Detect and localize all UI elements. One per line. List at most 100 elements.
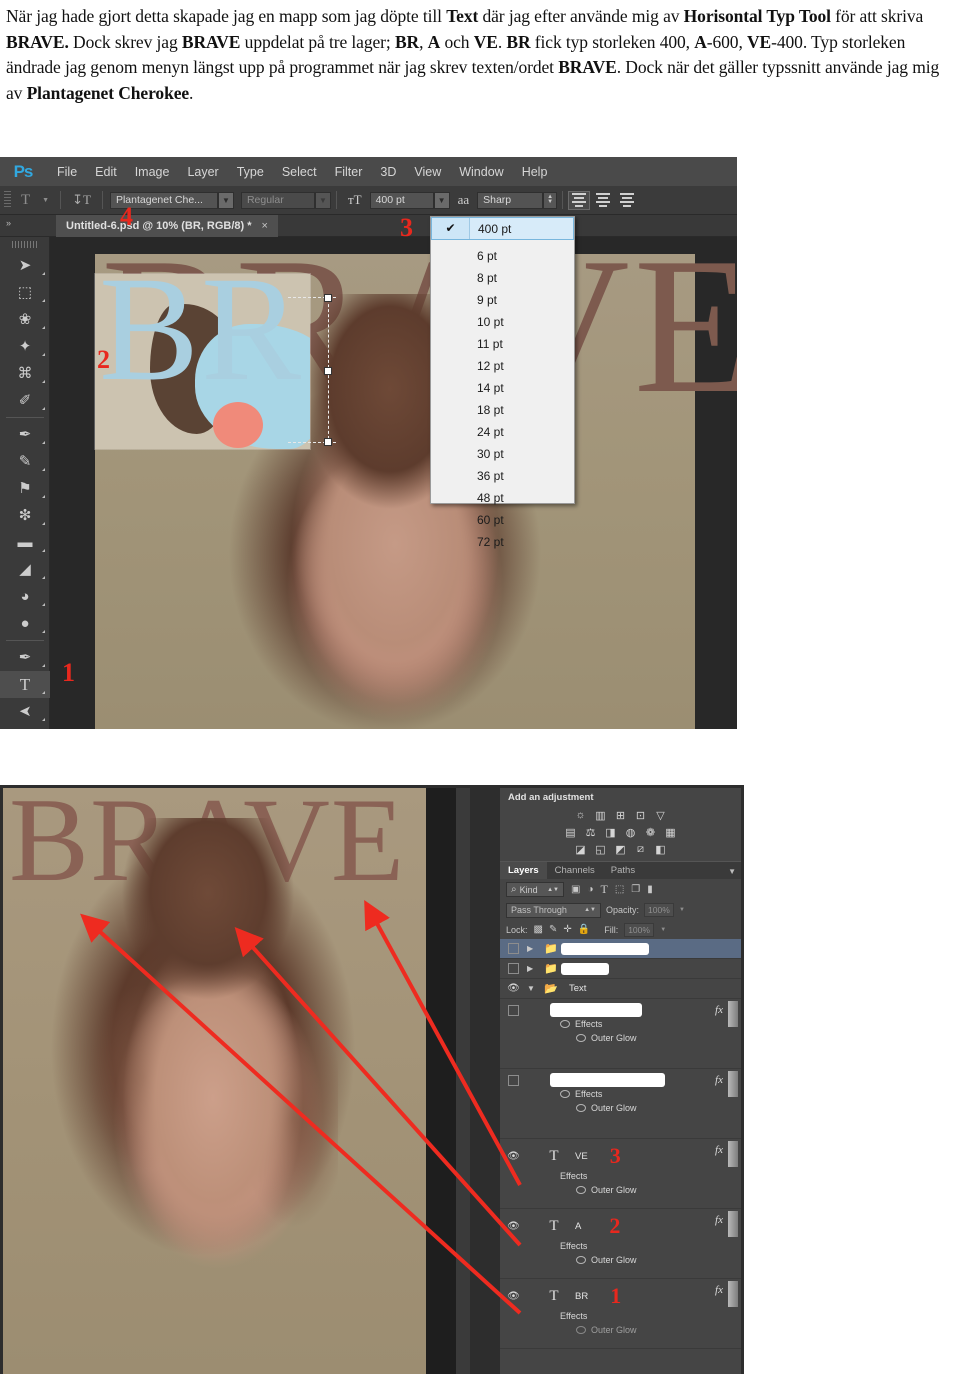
effect-visibility-icon[interactable] [576,1326,586,1334]
layers-scrollbar-knob[interactable] [728,1281,738,1307]
group-expand-chevron-right-icon[interactable]: ▶ [527,964,544,973]
filter-toggle-icon[interactable]: ▮ [647,884,653,895]
effects-visibility-icon[interactable] [560,1090,570,1098]
tool-move[interactable]: ➤ [0,252,50,279]
transform-handle-top[interactable] [324,294,332,302]
layer-effect-outer-glow-row[interactable]: Outer Glow [500,1253,741,1267]
document-image-2[interactable]: BRAVE [3,788,426,1374]
lock-transparency-icon[interactable]: ▩ [534,924,543,935]
tool-horizontal-type[interactable]: T [0,671,50,698]
layers-scrollbar-knob[interactable] [728,1141,738,1167]
font-size-option-72pt[interactable]: 72 pt [431,531,574,553]
collapse-panels-icon[interactable]: » [6,218,11,228]
layer-row-br[interactable]: 👁 T BR 1 fx Effects Outer Glow [500,1279,741,1349]
layer-visibility-toggle[interactable] [500,1074,527,1086]
font-size-option-9pt[interactable]: 9 pt [431,289,574,311]
font-style-chevron-down-icon[interactable]: ▼ [314,191,331,209]
blend-mode-stepper-icon[interactable]: ▲▼ [584,907,596,913]
menu-item-type[interactable]: Type [228,162,273,182]
color-lookup-icon[interactable]: ▦ [664,825,678,839]
layer-visibility-toggle[interactable]: 👁 [500,1221,527,1232]
layer-visibility-toggle[interactable]: 👁 [500,983,527,994]
menu-item-help[interactable]: Help [513,162,557,182]
font-size-chevron-down-icon[interactable]: ▼ [433,191,450,209]
effect-visibility-icon[interactable] [576,1034,586,1042]
layer-effects-fx-icon[interactable]: fx [715,1284,723,1296]
tool-eraser[interactable]: ▬ [0,529,50,556]
gradient-map-icon[interactable]: ◧ [654,842,668,856]
effect-visibility-icon[interactable] [576,1256,586,1264]
black-white-icon[interactable]: ◨ [604,825,618,839]
text-orientation-icon[interactable]: ↧T [66,192,97,208]
opacity-chevron-down-icon[interactable]: ▼ [679,907,685,913]
layer-effect-outer-glow-row[interactable]: Outer Glow [500,1031,741,1045]
opacity-value[interactable]: 100% [644,903,675,917]
menu-item-layer[interactable]: Layer [178,162,227,182]
posterize-icon[interactable]: ◱ [594,842,608,856]
lock-all-icon[interactable]: 🔒 [578,924,590,935]
lock-position-icon[interactable]: ✛ [563,924,571,935]
pixel-filter-icon[interactable]: ▣ [571,884,580,895]
close-icon[interactable]: × [262,220,268,232]
font-style-value[interactable]: Regular [240,191,315,209]
tool-marquee[interactable]: ⬚ [0,279,50,306]
align-left-button[interactable] [568,190,591,210]
transform-handle-middle[interactable] [324,367,332,375]
font-size-option-8pt[interactable]: 8 pt [431,267,574,289]
layer-effects-row[interactable]: Effects [500,1239,741,1253]
levels-icon[interactable]: ▥ [594,808,608,822]
tool-lasso[interactable]: ❀ [0,306,50,333]
tools-panel-grip[interactable] [11,241,38,248]
layer-row-a[interactable]: 👁 T A 2 fx Effects Outer Glow [500,1209,741,1279]
hue-saturation-icon[interactable]: ▤ [564,825,578,839]
font-size-option-12pt[interactable]: 12 pt [431,355,574,377]
channel-mixer-icon[interactable]: ❁ [644,825,658,839]
menu-item-select[interactable]: Select [273,162,326,182]
transform-handle-bottom[interactable] [324,438,332,446]
font-size-option-11pt[interactable]: 11 pt [431,333,574,355]
adjustment-filter-icon[interactable]: ◑ [587,884,593,895]
type-filter-icon[interactable]: T [601,882,608,897]
group-expand-chevron-right-icon[interactable]: ▶ [527,944,544,953]
layer-effects-fx-icon[interactable]: fx [715,1144,723,1156]
font-size-option-10pt[interactable]: 10 pt [431,311,574,333]
layer-row-redacted-2[interactable]: fx Effects Outer Glow [500,1069,741,1139]
vibrance-icon[interactable]: ▽ [654,808,668,822]
invert-icon[interactable]: ◪ [574,842,588,856]
font-size-option-14pt[interactable]: 14 pt [431,377,574,399]
blend-mode-select[interactable]: Pass Through ▲▼ [506,902,601,918]
tool-gradient[interactable]: ◢ [0,556,50,583]
canvas-area[interactable]: BRAVE BR [50,237,737,729]
smart-object-filter-icon[interactable]: ❐ [631,884,640,895]
tool-spot-healing[interactable]: ✒ [0,421,50,448]
tab-paths[interactable]: Paths [603,862,643,879]
anti-aliasing-stepper[interactable]: ▲ ▼ [543,191,558,209]
fill-value[interactable]: 100% [624,922,655,937]
selective-color-icon[interactable]: ⧄ [634,842,648,856]
tool-shape[interactable]: ⬟ [0,725,50,729]
tool-pen[interactable]: ✒ [0,644,50,671]
tab-channels[interactable]: Channels [547,862,603,879]
font-size-dropdown-menu[interactable]: ✔ 400 pt 6 pt 8 pt 9 pt 10 pt 11 pt 12 p… [430,216,575,549]
layer-row-redacted-1[interactable]: fx Effects Outer Glow [500,999,741,1069]
tab-layers[interactable]: Layers [500,862,547,879]
layer-row-group-1[interactable]: ▶ 📁 [500,939,741,959]
menu-item-3d[interactable]: 3D [371,162,405,182]
options-bar-grip[interactable] [4,191,11,209]
layers-scrollbar-knob[interactable] [728,1001,738,1027]
anti-aliasing-value[interactable]: Sharp [477,191,544,209]
layer-effect-outer-glow-row[interactable]: Outer Glow [500,1101,741,1115]
layer-visibility-toggle[interactable] [500,943,527,954]
layer-row-ve[interactable]: 👁 T VE 3 fx Effects Outer Glow [500,1139,741,1209]
lock-image-icon[interactable]: ✎ [549,924,557,935]
menu-item-image[interactable]: Image [126,162,179,182]
layer-visibility-toggle[interactable] [500,1004,527,1016]
threshold-icon[interactable]: ◩ [614,842,628,856]
tool-magic-wand[interactable]: ✦ [0,333,50,360]
font-size-option-24pt[interactable]: 24 pt [431,421,574,443]
font-size-option-6pt[interactable]: 6 pt [431,245,574,267]
effect-visibility-icon[interactable] [576,1104,586,1112]
pasted-selection-tile[interactable]: BR [95,274,310,449]
type-tool-icon[interactable]: T [15,192,36,209]
font-size-option-48pt[interactable]: 48 pt [431,487,574,509]
